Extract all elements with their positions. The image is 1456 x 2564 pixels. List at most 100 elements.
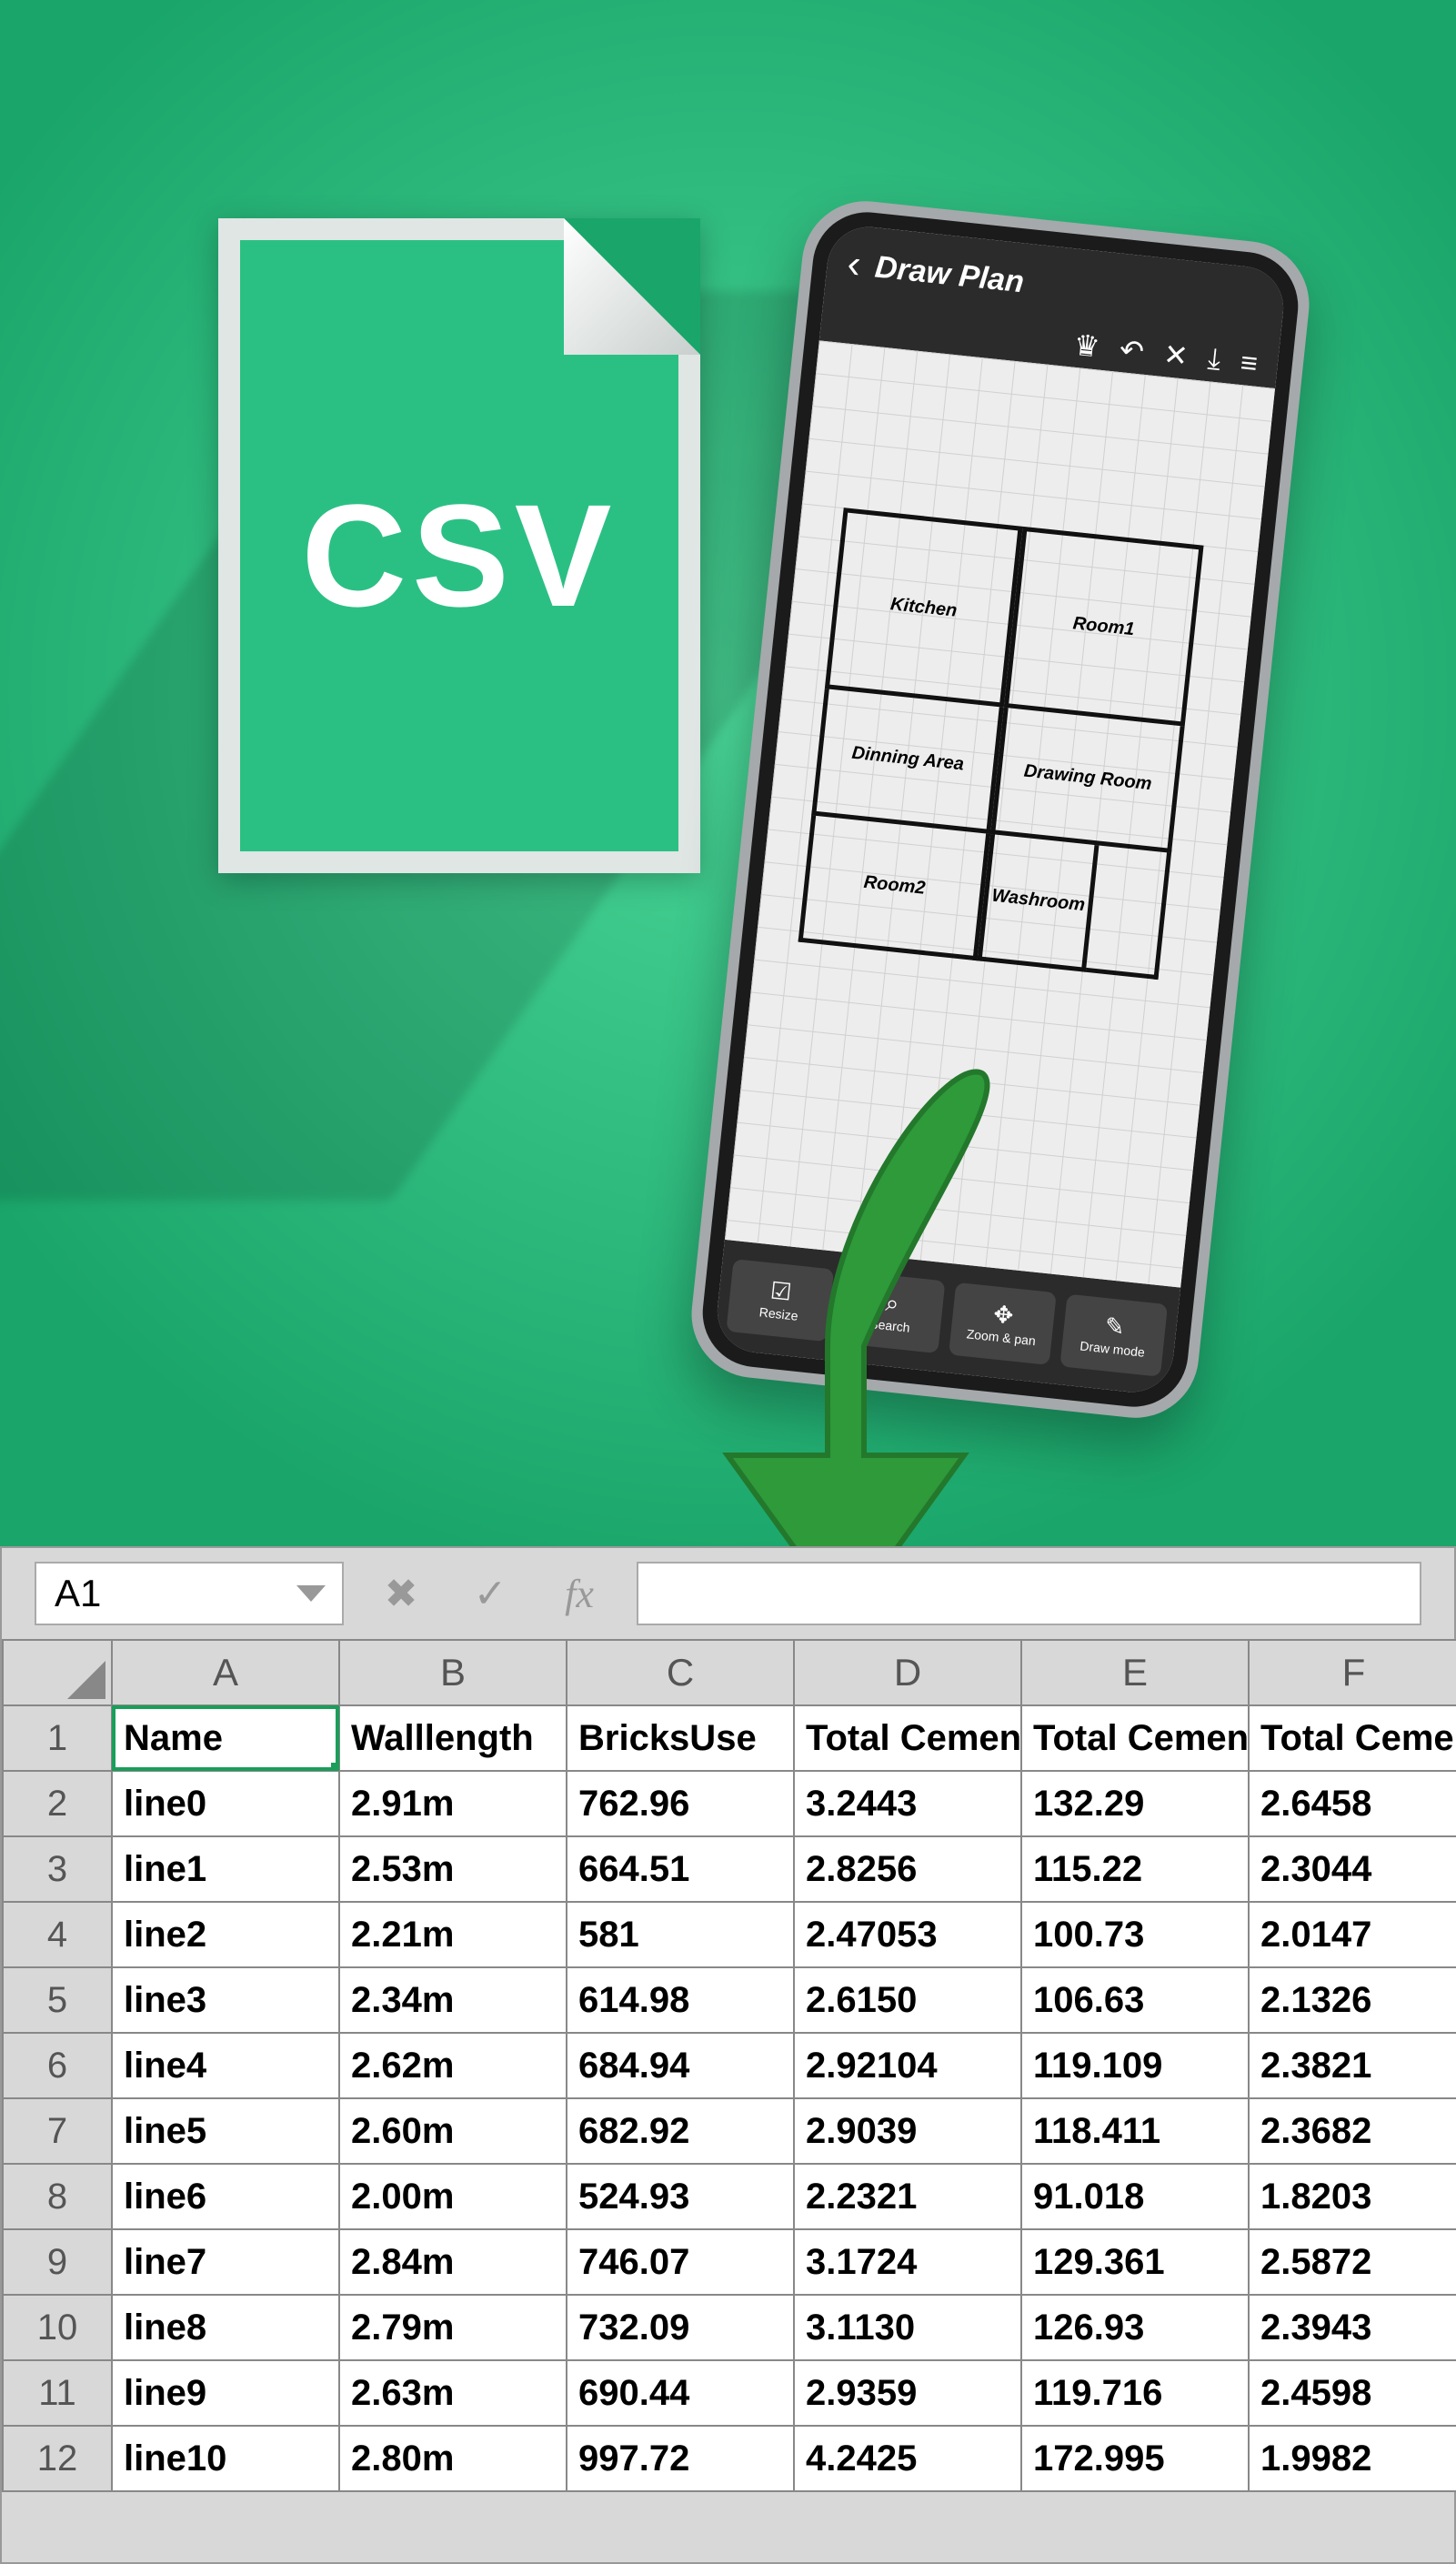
cell[interactable]: 690.44 [567, 2360, 794, 2426]
cell[interactable]: line1 [112, 1836, 339, 1902]
cell[interactable]: 2.62m [339, 2033, 567, 2098]
cell[interactable]: 100.73 [1021, 1902, 1249, 1967]
row-header[interactable]: 2 [3, 1771, 112, 1836]
cell[interactable]: 3.1724 [794, 2229, 1021, 2295]
cell[interactable]: 132.29 [1021, 1771, 1249, 1836]
cell[interactable]: line4 [112, 2033, 339, 2098]
row-header[interactable]: 12 [3, 2426, 112, 2491]
tool-search[interactable]: ⌕ Search [838, 1271, 946, 1353]
row-header[interactable]: 3 [3, 1836, 112, 1902]
cell[interactable]: line10 [112, 2426, 339, 2491]
cell[interactable]: 126.93 [1021, 2295, 1249, 2360]
room-room1[interactable]: Room1 [1004, 527, 1204, 727]
room-washroom[interactable]: Washroom [977, 834, 1099, 972]
cell-selected[interactable]: Name [112, 1705, 339, 1771]
cell[interactable]: 2.79m [339, 2295, 567, 2360]
cell[interactable]: 172.995 [1021, 2426, 1249, 2491]
cell[interactable]: line8 [112, 2295, 339, 2360]
row-header[interactable]: 9 [3, 2229, 112, 2295]
cell[interactable]: 2.4598 [1249, 2360, 1456, 2426]
cell[interactable]: 2.0147 [1249, 1902, 1456, 1967]
row-header[interactable]: 10 [3, 2295, 112, 2360]
cell[interactable]: line0 [112, 1771, 339, 1836]
floor-plan-canvas[interactable]: Kitchen Room1 Dinning Area Drawing Room … [725, 340, 1275, 1287]
cell[interactable]: 2.47053 [794, 1902, 1021, 1967]
column-header[interactable]: E [1021, 1640, 1249, 1705]
cell[interactable]: 119.716 [1021, 2360, 1249, 2426]
column-header[interactable]: A [112, 1640, 339, 1705]
cell[interactable]: line5 [112, 2098, 339, 2164]
row-header[interactable]: 6 [3, 2033, 112, 2098]
cell[interactable]: 614.98 [567, 1967, 794, 2033]
tool-zoom-pan[interactable]: ✥ Zoom & pan [949, 1282, 1057, 1365]
cell[interactable]: 1.8203 [1249, 2164, 1456, 2229]
cell[interactable]: 2.6150 [794, 1967, 1021, 2033]
cell[interactable]: 684.94 [567, 2033, 794, 2098]
download-icon[interactable]: ⤓ [1206, 341, 1222, 377]
cell[interactable]: 4.2425 [794, 2426, 1021, 2491]
fx-label[interactable]: fx [547, 1562, 611, 1625]
tool-draw-mode[interactable]: ✎ Draw mode [1059, 1294, 1168, 1377]
cell[interactable]: 3.2443 [794, 1771, 1021, 1836]
accept-formula-button[interactable]: ✓ [458, 1562, 522, 1625]
cell[interactable]: 3.1130 [794, 2295, 1021, 2360]
cancel-formula-button[interactable]: ✖ [369, 1562, 433, 1625]
select-all-corner[interactable] [3, 1640, 112, 1705]
cell[interactable]: 2.9359 [794, 2360, 1021, 2426]
row-header[interactable]: 4 [3, 1902, 112, 1967]
cell[interactable]: 106.63 [1021, 1967, 1249, 2033]
room-kitchen[interactable]: Kitchen [825, 508, 1023, 708]
cell[interactable]: Total Cemen [794, 1705, 1021, 1771]
cell[interactable]: 2.3682 [1249, 2098, 1456, 2164]
room-hall[interactable] [1086, 846, 1171, 980]
cell[interactable]: BricksUse [567, 1705, 794, 1771]
cell[interactable]: 2.2321 [794, 2164, 1021, 2229]
row-header[interactable]: 1 [3, 1705, 112, 1771]
cell[interactable]: 129.361 [1021, 2229, 1249, 2295]
menu-icon[interactable]: ≡ [1239, 346, 1259, 381]
cell[interactable]: 115.22 [1021, 1836, 1249, 1902]
cell[interactable]: 2.60m [339, 2098, 567, 2164]
cell[interactable]: 2.21m [339, 1902, 567, 1967]
cell[interactable]: 682.92 [567, 2098, 794, 2164]
tool-resize[interactable]: ☑ Resize [726, 1259, 834, 1342]
formula-input[interactable] [637, 1562, 1421, 1625]
room-dining[interactable]: Dinning Area [811, 689, 1004, 834]
crown-icon[interactable]: ♛ [1072, 327, 1102, 365]
cell[interactable]: 2.63m [339, 2360, 567, 2426]
cell[interactable]: 2.34m [339, 1967, 567, 2033]
cell[interactable]: 664.51 [567, 1836, 794, 1902]
cell[interactable]: 2.9039 [794, 2098, 1021, 2164]
cell[interactable]: line7 [112, 2229, 339, 2295]
cell[interactable]: 997.72 [567, 2426, 794, 2491]
cell[interactable]: 2.3044 [1249, 1836, 1456, 1902]
cell[interactable]: 581 [567, 1902, 794, 1967]
cell[interactable]: line2 [112, 1902, 339, 1967]
column-header[interactable]: B [339, 1640, 567, 1705]
cell[interactable]: 2.6458 [1249, 1771, 1456, 1836]
cell[interactable]: 2.84m [339, 2229, 567, 2295]
cell[interactable]: Walllength [339, 1705, 567, 1771]
cell[interactable]: 2.92104 [794, 2033, 1021, 2098]
close-icon[interactable]: ✕ [1162, 337, 1190, 374]
cell[interactable]: Total Cemen [1021, 1705, 1249, 1771]
room-drawing[interactable]: Drawing Room [990, 708, 1185, 853]
cell[interactable]: 2.5872 [1249, 2229, 1456, 2295]
cell[interactable]: 1.9982 [1249, 2426, 1456, 2491]
cell[interactable]: 2.3821 [1249, 2033, 1456, 2098]
cell[interactable]: 732.09 [567, 2295, 794, 2360]
cell[interactable]: 91.018 [1021, 2164, 1249, 2229]
cell[interactable]: 762.96 [567, 1771, 794, 1836]
back-icon[interactable]: ‹ [845, 241, 863, 287]
undo-icon[interactable]: ↶ [1118, 332, 1146, 369]
cell[interactable]: 2.1326 [1249, 1967, 1456, 2033]
cell[interactable]: line3 [112, 1967, 339, 2033]
cell[interactable]: 119.109 [1021, 2033, 1249, 2098]
cell[interactable]: 2.80m [339, 2426, 567, 2491]
room-room2[interactable]: Room2 [798, 815, 991, 960]
column-header[interactable]: C [567, 1640, 794, 1705]
cell[interactable]: 2.00m [339, 2164, 567, 2229]
row-header[interactable]: 7 [3, 2098, 112, 2164]
row-header[interactable]: 8 [3, 2164, 112, 2229]
column-header[interactable]: D [794, 1640, 1021, 1705]
